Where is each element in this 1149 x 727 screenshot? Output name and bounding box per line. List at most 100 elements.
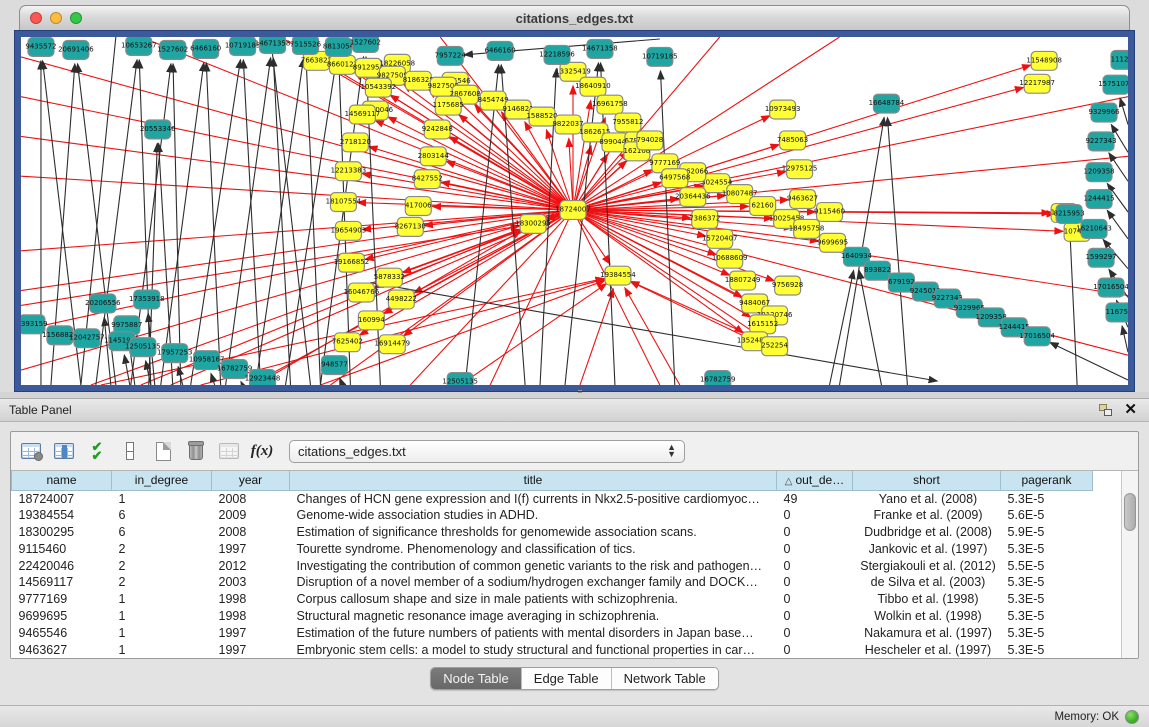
delete-table-icon[interactable] [184,439,208,463]
table-cell[interactable]: 2 [112,574,212,591]
table-cell[interactable]: Disruption of a novel member of a sodium… [290,574,777,591]
table-cell[interactable]: 18724007 [12,490,112,507]
table-cell[interactable]: 2003 [212,574,290,591]
table-cell[interactable]: Estimation of significance thresholds fo… [290,524,777,541]
table-cell[interactable]: 1997 [212,540,290,557]
table-cell[interactable]: 5.5E-5 [1001,557,1093,574]
table-cell[interactable]: 1998 [212,591,290,608]
table-cell[interactable]: 0 [777,524,853,541]
table-row[interactable]: 2242004622012Investigating the contribut… [12,557,1093,574]
table-cell[interactable]: 6 [112,524,212,541]
table-cell[interactable]: Investigating the contribution of common… [290,557,777,574]
table-cell[interactable]: 5.3E-5 [1001,591,1093,608]
table-settings-icon[interactable] [19,439,43,463]
table-row[interactable]: 1456911722003Disruption of a novel membe… [12,574,1093,591]
table-scroll-area[interactable]: namein_degreeyeartitle△out_de…shortpager… [11,470,1138,658]
table-cell[interactable]: Changes of HCN gene expression and I(f) … [290,490,777,507]
table-row[interactable]: 946362711997Embryonic stem cells: a mode… [12,641,1093,658]
table-cell[interactable]: 9777169 [12,591,112,608]
table-cell[interactable]: 2012 [212,557,290,574]
table-cell[interactable]: 5.3E-5 [1001,624,1093,641]
column-chooser-icon[interactable] [52,439,76,463]
table-cell[interactable]: Tourette syndrome. Phenomenology and cla… [290,540,777,557]
table-cell[interactable]: 1 [112,490,212,507]
table-cell[interactable]: 9463627 [12,641,112,658]
table-cell[interactable]: Genome-wide association studies in ADHD. [290,507,777,524]
table-cell[interactable]: 5.3E-5 [1001,540,1093,557]
select-all-icon[interactable]: ✔✔ [85,439,109,463]
table-cell[interactable]: 9699695 [12,608,112,625]
table-cell[interactable]: 2009 [212,507,290,524]
column-header-name[interactable]: name [12,471,112,490]
table-cell[interactable]: 0 [777,624,853,641]
column-header-out_de[interactable]: △out_de… [777,471,853,490]
table-row[interactable]: 911546021997Tourette syndrome. Phenomeno… [12,540,1093,557]
table-cell[interactable]: 49 [777,490,853,507]
vertical-scrollbar[interactable] [1121,471,1138,658]
table-cell[interactable]: Embryonic stem cells: a model to study s… [290,641,777,658]
table-cell[interactable]: 2008 [212,524,290,541]
table-cell[interactable]: Yano et al. (2008) [853,490,1001,507]
new-table-icon[interactable] [151,439,175,463]
scrollbar-thumb[interactable] [1124,493,1136,531]
close-window-button[interactable] [30,12,42,24]
table-cell[interactable]: Corpus callosum shape and size in male p… [290,591,777,608]
table-row[interactable]: 1872400712008Changes of HCN gene express… [12,490,1093,507]
table-cell[interactable]: 2 [112,557,212,574]
table-cell[interactable]: 18300295 [12,524,112,541]
memory-ok-icon[interactable] [1125,710,1139,724]
table-cell[interactable]: 0 [777,641,853,658]
table-cell[interactable]: 1 [112,591,212,608]
table-cell[interactable]: 0 [777,591,853,608]
table-row[interactable]: 1830029562008Estimation of significance … [12,524,1093,541]
table-cell[interactable]: 0 [777,507,853,524]
table-cell[interactable]: 14569117 [12,574,112,591]
table-cell[interactable]: 5.3E-5 [1001,490,1093,507]
table-cell[interactable]: Jankovic et al. (1997) [853,540,1001,557]
table-cell[interactable]: Structural magnetic resonance image aver… [290,608,777,625]
table-cell[interactable]: 22420046 [12,557,112,574]
table-row[interactable]: 946554611997Estimation of the future num… [12,624,1093,641]
table-row[interactable]: 1938455462009Genome-wide association stu… [12,507,1093,524]
table-cell[interactable]: Nakamura et al. (1997) [853,624,1001,641]
table-cell[interactable]: Estimation of the future numbers of pati… [290,624,777,641]
table-cell[interactable]: 2008 [212,490,290,507]
row-height-icon[interactable] [118,439,142,463]
tab-node-table[interactable]: Node Table [431,668,522,689]
table-cell[interactable]: 5.3E-5 [1001,574,1093,591]
column-header-title[interactable]: title [290,471,777,490]
tab-network-table[interactable]: Network Table [612,668,718,689]
table-row[interactable]: 977716911998Corpus callosum shape and si… [12,591,1093,608]
column-header-in_degree[interactable]: in_degree [112,471,212,490]
zoom-window-button[interactable] [70,12,82,24]
column-header-year[interactable]: year [212,471,290,490]
table-cell[interactable]: 5.9E-5 [1001,524,1093,541]
table-select-dropdown[interactable]: citations_edges.txt ▲▼ [289,440,685,463]
table-cell[interactable]: 1 [112,608,212,625]
table-cell[interactable]: 1997 [212,624,290,641]
table-cell[interactable]: 9465546 [12,624,112,641]
table-cell[interactable]: 2 [112,540,212,557]
table-cell[interactable]: Franke et al. (2009) [853,507,1001,524]
table-cell[interactable]: Hescheler et al. (1997) [853,641,1001,658]
tab-edge-table[interactable]: Edge Table [522,668,612,689]
float-panel-icon[interactable] [1099,404,1112,416]
table-cell[interactable]: 5.3E-5 [1001,608,1093,625]
column-header-short[interactable]: short [853,471,1001,490]
table-cell[interactable]: 9115460 [12,540,112,557]
column-header-pagerank[interactable]: pagerank [1001,471,1093,490]
table-cell[interactable]: 0 [777,557,853,574]
table-cell[interactable]: Tibbo et al. (1998) [853,591,1001,608]
table-cell[interactable]: de Silva et al. (2003) [853,574,1001,591]
table-cell[interactable]: 5.3E-5 [1001,641,1093,658]
table-cell[interactable]: 6 [112,507,212,524]
table-cell[interactable]: 1997 [212,641,290,658]
table-cell[interactable]: 5.6E-5 [1001,507,1093,524]
table-cell[interactable]: Wolkin et al. (1998) [853,608,1001,625]
table-cell[interactable]: 1998 [212,608,290,625]
table-cell[interactable]: Stergiakouli et al. (2012) [853,557,1001,574]
table-cell[interactable]: 0 [777,574,853,591]
table-cell[interactable]: 19384554 [12,507,112,524]
table-cell[interactable]: 0 [777,540,853,557]
table-cell[interactable]: Dudbridge et al. (2008) [853,524,1001,541]
